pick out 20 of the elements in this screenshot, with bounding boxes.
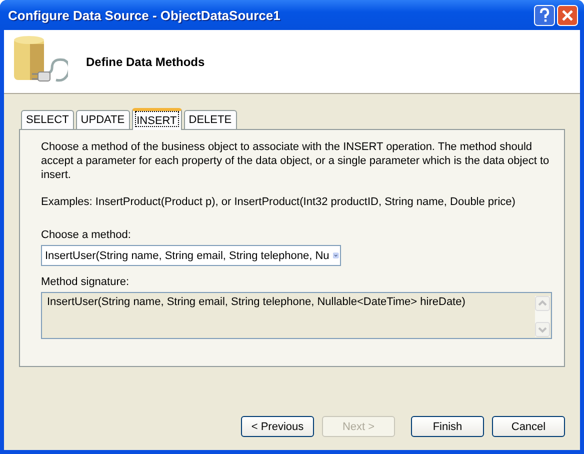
signature-field: InsertUser(String name, String email, String telephone, Nullable<DateTime> hireDate) bbox=[41, 292, 552, 339]
close-button[interactable] bbox=[557, 4, 578, 26]
description-text: Choose a method of the business object to associate with the INSERT operation. The method should accept a parameter for each property of the data object, or a single parameter which is the data object to insert. bbox=[41, 140, 550, 182]
scroll-up-icon[interactable] bbox=[535, 296, 550, 311]
wizard-button[interactable]: < Previous bbox=[241, 416, 314, 437]
scrollbar[interactable] bbox=[535, 296, 550, 337]
help-button[interactable] bbox=[534, 4, 555, 26]
examples-text: Examples: InsertProduct(Product p), or InsertProduct(Int32 productID, String name, Double price) bbox=[41, 195, 516, 209]
wizard-button[interactable]: Cancel bbox=[492, 416, 565, 437]
tab[interactable]: UPDATE bbox=[76, 110, 130, 129]
page-heading: Define Data Methods bbox=[86, 54, 205, 68]
window-title: Configure Data Source - ObjectDataSource1 bbox=[8, 8, 280, 22]
scroll-down-icon[interactable] bbox=[535, 322, 550, 337]
tab[interactable]: SELECT bbox=[21, 110, 74, 129]
tab[interactable]: DELETE bbox=[184, 110, 237, 129]
signature-label: Method signature: bbox=[41, 276, 130, 288]
method-dropdown[interactable]: InsertUser(String name, String email, String telephone, Nu bbox=[41, 245, 341, 266]
tab[interactable]: INSERT bbox=[132, 108, 182, 130]
wizard-button[interactable]: Finish bbox=[411, 416, 484, 437]
method-label: Choose a method: bbox=[41, 229, 132, 241]
